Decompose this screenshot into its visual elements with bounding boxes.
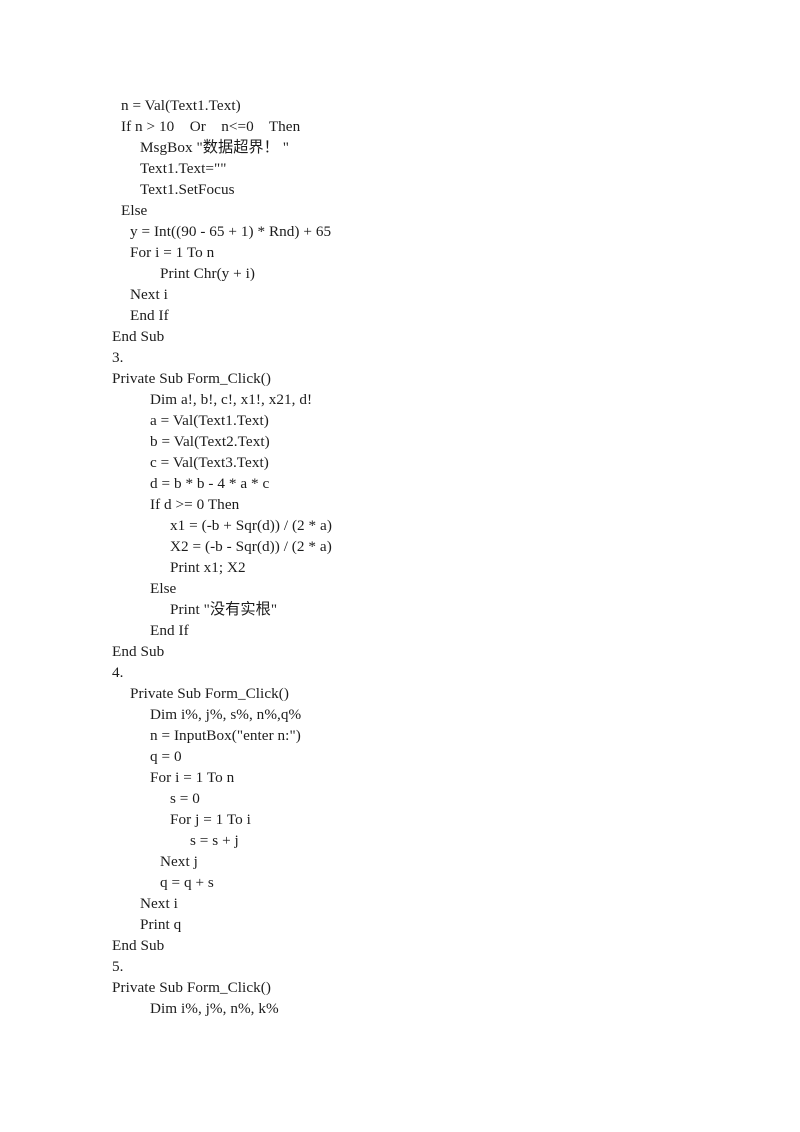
code-listing: n = Val(Text1.Text) If n > 10 Or n<=0 The… (112, 95, 760, 1019)
code-line: x1 = (-b + Sqr(d)) / (2 * a) (170, 517, 332, 534)
code-line: If n > 10 Or n<=0 Then (121, 118, 301, 135)
code-line: X2 = (-b - Sqr(d)) / (2 * a) (170, 538, 332, 555)
code-line: End Sub (112, 937, 165, 954)
code-line: End If (130, 307, 169, 324)
section-number: 5. (112, 958, 124, 975)
code-line: Text1.SetFocus (140, 181, 235, 198)
code-line: Dim i%, j%, s%, n%,q% (150, 706, 302, 723)
code-line: Print q (140, 916, 182, 933)
section-number: 3. (112, 349, 124, 366)
code-line: Private Sub Form_Click() (112, 979, 271, 996)
code-line: Print x1; X2 (170, 559, 246, 576)
code-line: Private Sub Form_Click() (112, 370, 271, 387)
code-line: For i = 1 To n (130, 244, 215, 261)
code-line: For i = 1 To n (150, 769, 235, 786)
code-line: n = InputBox("enter n:") (150, 727, 301, 744)
code-line: Else (150, 580, 177, 597)
code-line: Dim a!, b!, c!, x1!, x21, d! (150, 391, 313, 408)
code-line: Next i (130, 286, 168, 303)
code-line: Private Sub Form_Click() (130, 685, 289, 702)
code-line: s = 0 (170, 790, 200, 807)
code-line: q = q + s (160, 874, 214, 891)
code-line: Else (121, 202, 148, 219)
code-line: q = 0 (150, 748, 182, 765)
code-line: c = Val(Text3.Text) (150, 454, 269, 471)
code-line: Next i (140, 895, 178, 912)
code-line: If d >= 0 Then (150, 496, 240, 513)
code-line: Dim i%, j%, n%, k% (150, 1000, 279, 1017)
code-line: Print "没有实根" (170, 601, 278, 618)
code-line: For j = 1 To i (170, 811, 251, 828)
code-line: s = s + j (190, 832, 239, 849)
section-number: 4. (112, 664, 124, 681)
code-line: End If (150, 622, 189, 639)
code-line: n = Val(Text1.Text) (121, 97, 241, 114)
document-page: n = Val(Text1.Text) If n > 10 Or n<=0 The… (0, 0, 800, 1132)
code-line: MsgBox "数据超界！ " (140, 139, 290, 156)
code-line: End Sub (112, 643, 165, 660)
code-line: d = b * b - 4 * a * c (150, 475, 270, 492)
code-line: Text1.Text="" (140, 160, 227, 177)
code-line: a = Val(Text1.Text) (150, 412, 269, 429)
code-line: y = Int((90 - 65 + 1) * Rnd) + 65 (130, 223, 332, 240)
code-line: End Sub (112, 328, 165, 345)
code-line: b = Val(Text2.Text) (150, 433, 270, 450)
code-line: Next j (160, 853, 198, 870)
code-line: Print Chr(y + i) (160, 265, 256, 282)
